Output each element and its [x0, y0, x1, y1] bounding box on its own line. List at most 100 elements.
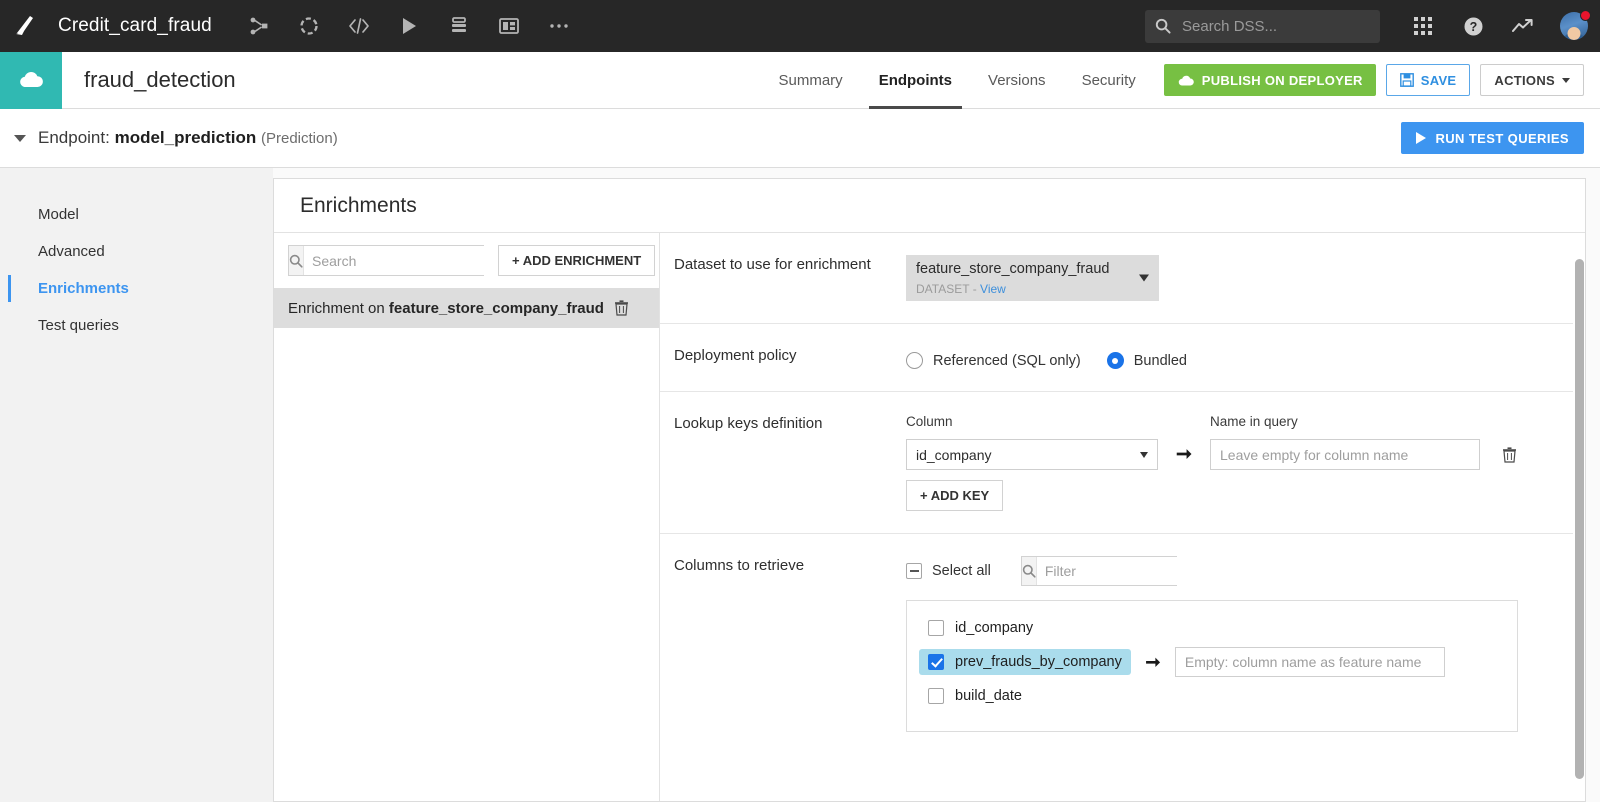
radio-referenced-sql-only[interactable]: Referenced (SQL only) [906, 352, 1081, 369]
arrow-right-icon: ➞ [1145, 651, 1161, 672]
radio-circle-checked-icon[interactable] [1106, 352, 1124, 369]
search-icon [289, 246, 304, 275]
trending-up-icon[interactable] [1498, 0, 1548, 52]
column-name: build_date [955, 688, 1022, 704]
tab-endpoints[interactable]: Endpoints [861, 52, 970, 109]
columns-to-retrieve-section: Columns to retrieve Select all Filter id… [660, 534, 1573, 754]
project-header-bar: fraud_detection Summary Endpoints Versio… [0, 51, 1600, 109]
columns-to-retrieve-control: Select all Filter id_company prev_frauds… [906, 556, 1573, 732]
column-checkbox-checked[interactable] [928, 654, 944, 670]
apps-grid-icon[interactable] [1398, 0, 1448, 52]
detail-scrollbar[interactable] [1575, 235, 1584, 799]
dataset-select[interactable]: feature_store_company_fraud DATASET - Vi… [906, 255, 1159, 301]
global-search[interactable] [1145, 9, 1380, 43]
lookup-column-value: id_company [916, 446, 992, 463]
save-button[interactable]: SAVE [1385, 64, 1471, 96]
flow-icon[interactable] [234, 0, 284, 52]
dataiku-logo-icon[interactable] [0, 0, 52, 52]
radio-circle-unchecked-icon[interactable] [906, 352, 923, 369]
column-row-prev-frauds-by-company[interactable]: prev_frauds_by_company ➞ [907, 645, 1517, 679]
add-key-button[interactable]: + ADD KEY [906, 480, 1004, 511]
lookup-column-select[interactable]: id_company [906, 439, 1158, 470]
column-chip[interactable]: build_date [919, 683, 1031, 709]
dataset-select-subtitle: DATASET - View [916, 281, 1133, 298]
enrichment-item-prefix: Enrichment on [288, 299, 389, 317]
project-nav-tabs: Summary Endpoints Versions Security [761, 52, 1154, 109]
lookup-keys-headers: Column Name in query [906, 414, 1573, 429]
column-checkbox[interactable] [928, 688, 944, 704]
column-row-id-company[interactable]: id_company [907, 611, 1517, 645]
global-topbar: Credit_card_fraud Search DSS... ? [0, 0, 1600, 52]
column-chip-selected[interactable]: prev_frauds_by_company [919, 649, 1131, 675]
dataset-sub-separator: - [972, 281, 977, 296]
automation-icon[interactable] [434, 0, 484, 52]
radio-referenced-label: Referenced (SQL only) [933, 352, 1081, 369]
chevron-down-icon [1140, 451, 1148, 458]
dataset-select-value: feature_store_company_fraud [916, 261, 1110, 277]
endpoint-bar: Endpoint: model_prediction (Prediction) … [0, 109, 1600, 168]
endpoint-type: (Prediction) [261, 130, 338, 147]
sidebar-item-enrichments[interactable]: Enrichments [0, 270, 273, 307]
help-circle-icon[interactable]: ? [1448, 0, 1498, 52]
play-icon [1416, 132, 1427, 144]
more-ellipsis-icon[interactable] [534, 0, 584, 52]
actions-button[interactable]: ACTIONS [1480, 64, 1584, 96]
dataset-section: Dataset to use for enrichment feature_st… [660, 233, 1573, 324]
enrichment-search-input[interactable] [304, 246, 501, 275]
enrichment-detail-form: Dataset to use for enrichment feature_st… [660, 233, 1585, 801]
dataset-section-label: Dataset to use for enrichment [674, 256, 871, 273]
enrichments-title: Enrichments [300, 193, 417, 217]
avatar[interactable] [1548, 0, 1600, 52]
deployment-policy-section: Deployment policy Referenced (SQL only) … [660, 324, 1573, 392]
delete-enrichment-icon[interactable] [614, 300, 629, 316]
columns-to-retrieve-label: Columns to retrieve [674, 557, 805, 574]
lookup-name-header: Name in query [1210, 414, 1298, 429]
lab-icon[interactable] [284, 0, 334, 52]
enrichment-search[interactable] [288, 245, 501, 276]
select-all-checkbox[interactable] [906, 563, 922, 579]
dataset-type-label: DATASET [916, 281, 970, 296]
dataset-view-link[interactable]: View [980, 282, 1006, 296]
notification-badge [1580, 10, 1591, 21]
code-icon[interactable] [334, 0, 384, 52]
triangle-down-icon[interactable] [14, 134, 26, 142]
lookup-column-header: Column [906, 414, 953, 429]
run-test-queries-button[interactable]: RUN TEST QUERIES [1401, 122, 1584, 154]
jobs-play-icon[interactable] [384, 0, 434, 52]
select-all-columns[interactable]: Select all [906, 563, 991, 579]
sidebar-item-test-queries[interactable]: Test queries [0, 307, 273, 344]
lookup-key-row: id_company ➞ [906, 439, 1573, 470]
tab-summary[interactable]: Summary [761, 52, 861, 109]
column-alias-input[interactable] [1174, 647, 1445, 677]
dashboard-icon[interactable] [484, 0, 534, 52]
cloud-icon [0, 51, 62, 109]
add-enrichment-button[interactable]: + ADD ENRICHMENT [498, 245, 656, 276]
search-input[interactable] [1180, 16, 1370, 36]
enrichments-card: Enrichments + ADD ENRICHMENT [273, 178, 1586, 802]
search-icon [1155, 18, 1171, 34]
delete-lookup-key-icon[interactable] [1502, 446, 1517, 463]
chevron-down-icon [1139, 274, 1149, 282]
enrichments-card-header: Enrichments [274, 179, 1585, 233]
sidebar-item-advanced[interactable]: Advanced [0, 233, 273, 270]
enrichment-list-item[interactable]: Enrichment on feature_store_company_frau… [274, 288, 659, 328]
column-row-build-date[interactable]: build_date [907, 679, 1517, 713]
column-name: prev_frauds_by_company [955, 654, 1122, 670]
publish-button-label: PUBLISH ON DEPLOYER [1201, 72, 1363, 88]
deployment-policy-radios: Referenced (SQL only) Bundled [906, 346, 1573, 369]
tab-security[interactable]: Security [1064, 52, 1154, 109]
sidebar-item-model[interactable]: Model [0, 196, 273, 233]
column-chip[interactable]: id_company [919, 615, 1042, 641]
lookup-name-in-query-input[interactable] [1210, 439, 1480, 470]
project-name[interactable]: Credit_card_fraud [58, 15, 212, 37]
tab-versions[interactable]: Versions [970, 52, 1064, 109]
columns-filter-input[interactable] [1036, 557, 1234, 585]
search-icon [1021, 557, 1037, 585]
floppy-disk-icon [1399, 73, 1414, 87]
publish-on-deployer-button[interactable]: PUBLISH ON DEPLOYER [1163, 64, 1376, 96]
columns-filter[interactable] [1020, 556, 1234, 586]
radio-bundled[interactable]: Bundled [1106, 352, 1187, 369]
column-checkbox[interactable] [928, 620, 944, 636]
radio-bundled-label: Bundled [1133, 352, 1187, 369]
scrollbar-thumb[interactable] [1575, 259, 1584, 779]
